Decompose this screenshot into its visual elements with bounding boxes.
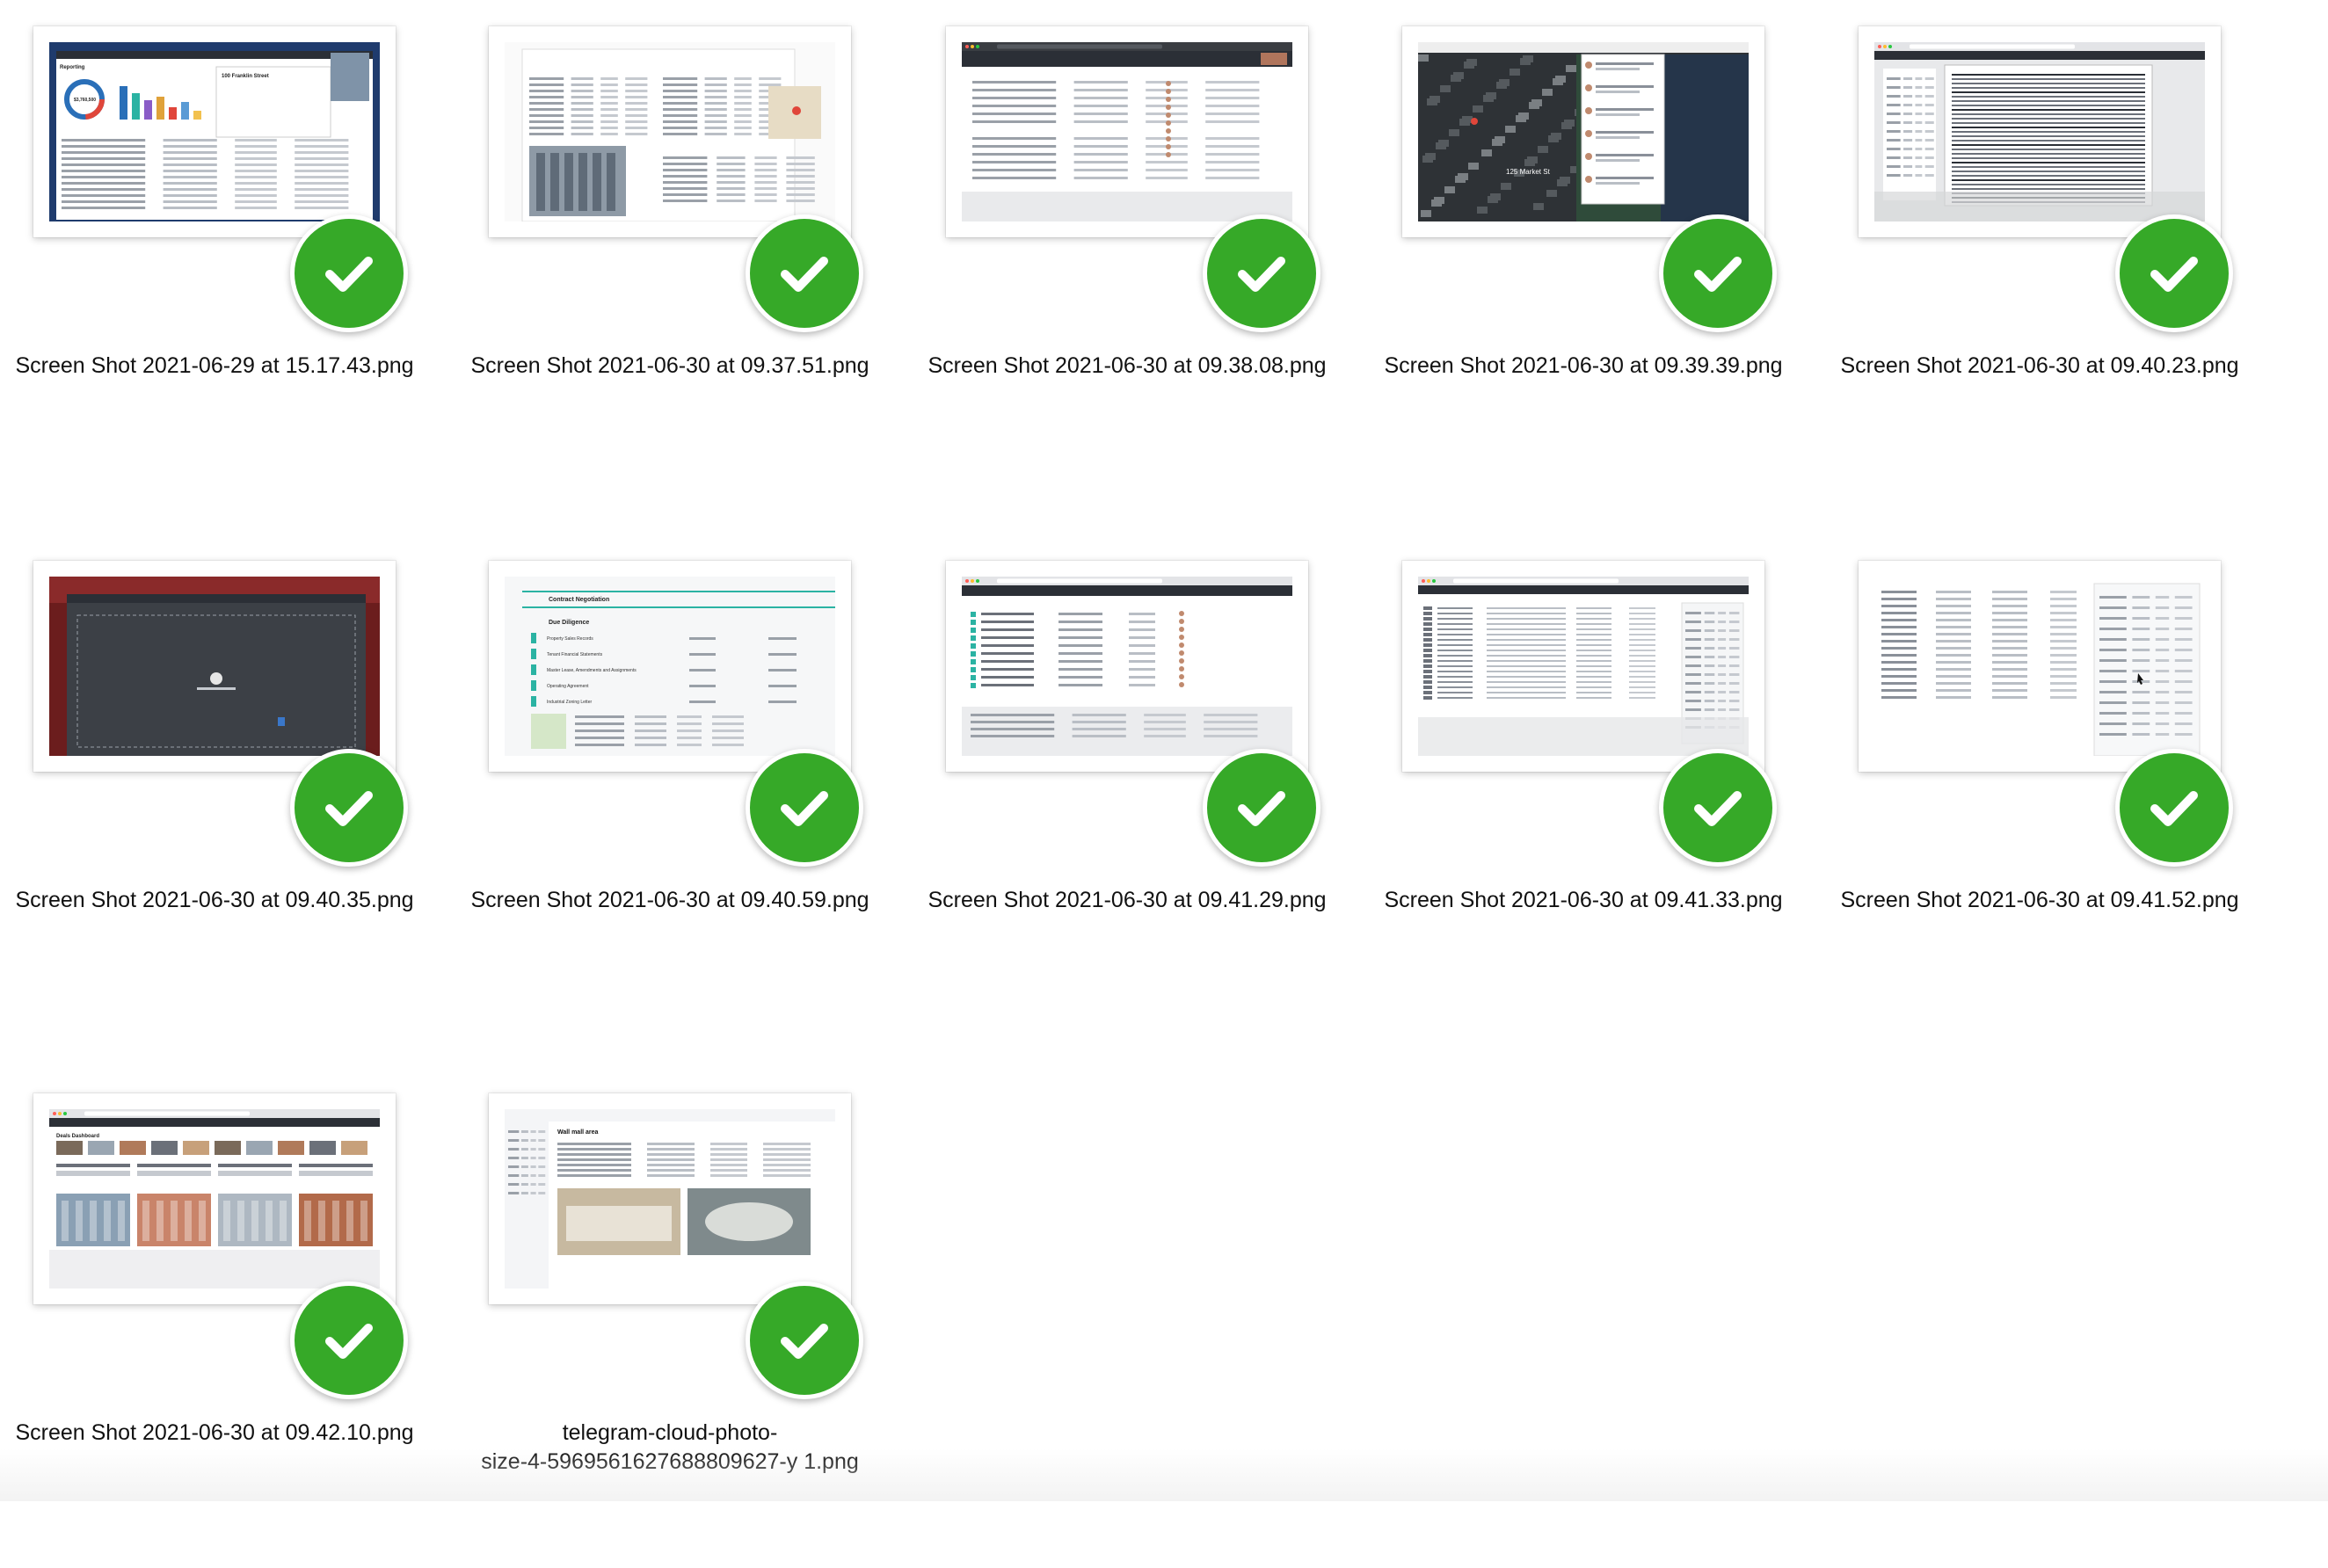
- check-icon: [1659, 749, 1777, 867]
- file-item[interactable]: Reporting $3,760,500 100 Franklin Street Sc…: [15, 26, 414, 501]
- file-item[interactable]: Screen Shot 2021-06-30 at 09.41.52.png: [1840, 561, 2239, 1035]
- thumbnail-preview: Deals Dashboard: [49, 1109, 380, 1289]
- thumbnail-image: Reporting $3,760,500 100 Franklin Street: [49, 42, 380, 221]
- thumbnail-text: Industrial Zoning Letter: [547, 700, 592, 705]
- check-icon: [1203, 749, 1320, 867]
- thumbnail-text: Master Lease, Amendments and Assignments: [547, 668, 637, 673]
- file-thumbnail[interactable]: [946, 561, 1308, 772]
- thumbnail-image: [1418, 577, 1749, 756]
- file-item[interactable]: Screen Shot 2021-06-30 at 09.41.29.png: [928, 561, 1327, 1035]
- check-icon: [290, 749, 408, 867]
- thumbnail-text: Tenant Financial Statements: [547, 652, 603, 657]
- file-thumbnail[interactable]: [1402, 561, 1764, 772]
- check-icon: [1203, 214, 1320, 332]
- file-name-label[interactable]: Screen Shot 2021-06-30 at 09.39.39.png: [1350, 352, 1817, 381]
- file-thumbnail[interactable]: Wall mall area: [489, 1093, 851, 1304]
- thumbnail-text: Contract Negotiation: [549, 597, 609, 603]
- file-thumbnail[interactable]: Reporting $3,760,500 100 Franklin Street: [33, 26, 396, 237]
- thumbnail-preview: [1874, 577, 2205, 756]
- check-icon: [746, 1281, 863, 1399]
- thumbnail-text: Due Diligence: [549, 620, 589, 626]
- thumbnail-image: Wall mall area: [505, 1109, 835, 1289]
- thumbnail-text: 125 Market St: [1506, 168, 1551, 176]
- thumbnail-preview: [962, 42, 1292, 221]
- thumbnail-image: [49, 577, 380, 756]
- file-thumbnail[interactable]: 125 Market St: [1402, 26, 1764, 237]
- file-thumbnail[interactable]: Deals Dashboard: [33, 1093, 396, 1304]
- file-thumbnail[interactable]: [489, 26, 851, 237]
- check-icon: [2115, 214, 2233, 332]
- file-thumbnail[interactable]: [1859, 561, 2221, 772]
- file-thumbnail[interactable]: [946, 26, 1308, 237]
- file-name-label[interactable]: Screen Shot 2021-06-30 at 09.40.35.png: [0, 886, 448, 915]
- file-item[interactable]: Screen Shot 2021-06-30 at 09.40.23.png: [1840, 26, 2239, 501]
- thumbnail-image: Contract Negotiation Due Diligence Propert…: [505, 577, 835, 756]
- thumbnail-preview: Contract Negotiation Due Diligence Propert…: [505, 577, 835, 756]
- thumbnail-text: $3,760,500: [74, 98, 96, 103]
- file-name-label[interactable]: Screen Shot 2021-06-30 at 09.41.29.png: [893, 886, 1361, 915]
- file-name-line: telegram-cloud-photo-: [562, 1420, 778, 1445]
- check-icon: [2115, 749, 2233, 867]
- file-name-label[interactable]: Screen Shot 2021-06-30 at 09.40.59.png: [436, 886, 904, 915]
- thumbnail-image: 125 Market St: [1418, 42, 1749, 221]
- thumbnail-image: [1874, 577, 2205, 756]
- thumbnail-text: 100 Franklin Street: [222, 74, 269, 79]
- thumbnail-preview: 125 Market St: [1418, 42, 1749, 221]
- thumbnail-image: Deals Dashboard: [49, 1109, 380, 1289]
- thumbnail-preview: [1874, 42, 2205, 221]
- file-item[interactable]: 125 Market St Screen Shot 2021-06-30 at 0…: [1384, 26, 1783, 501]
- thumbnail-text: Deals Dashboard: [56, 1134, 99, 1139]
- thumbnail-preview: Reporting $3,760,500 100 Franklin Street: [49, 42, 380, 221]
- check-icon: [290, 214, 408, 332]
- file-name-label[interactable]: Screen Shot 2021-06-30 at 09.38.08.png: [893, 352, 1361, 381]
- thumbnail-image: [962, 42, 1292, 221]
- thumbnail-text: Property Sales Records: [547, 636, 593, 642]
- thumbnail-preview: [962, 577, 1292, 756]
- file-thumbnail[interactable]: Contract Negotiation Due Diligence Propert…: [489, 561, 851, 772]
- thumbnail-preview: [1418, 577, 1749, 756]
- thumbnail-preview: [49, 577, 380, 756]
- check-icon: [290, 1281, 408, 1399]
- thumbnail-image: [962, 577, 1292, 756]
- bottom-fade: [0, 1448, 2328, 1501]
- check-icon: [1659, 214, 1777, 332]
- file-name-label[interactable]: Screen Shot 2021-06-30 at 09.37.51.png: [436, 352, 904, 381]
- file-thumbnail[interactable]: [33, 561, 396, 772]
- file-item[interactable]: Screen Shot 2021-06-30 at 09.37.51.png: [470, 26, 869, 501]
- check-icon: [746, 214, 863, 332]
- thumbnail-image: [505, 42, 835, 221]
- file-item[interactable]: Screen Shot 2021-06-30 at 09.40.35.png: [15, 561, 414, 1035]
- file-item[interactable]: Screen Shot 2021-06-30 at 09.41.33.png: [1384, 561, 1783, 1035]
- file-name-label[interactable]: Screen Shot 2021-06-29 at 15.17.43.png: [0, 352, 448, 381]
- check-icon: [746, 749, 863, 867]
- file-item[interactable]: Contract Negotiation Due Diligence Propert…: [470, 561, 869, 1035]
- file-thumbnail[interactable]: [1859, 26, 2221, 237]
- file-name-label[interactable]: Screen Shot 2021-06-30 at 09.42.10.png: [0, 1419, 448, 1448]
- file-item[interactable]: Screen Shot 2021-06-30 at 09.38.08.png: [928, 26, 1327, 501]
- thumbnail-text: Wall mall area: [557, 1129, 599, 1136]
- thumbnail-text: Operating Agreement: [547, 684, 589, 689]
- file-name-label[interactable]: Screen Shot 2021-06-30 at 09.41.33.png: [1350, 886, 1817, 915]
- thumbnail-image: [1874, 42, 2205, 221]
- thumbnail-preview: [505, 42, 835, 221]
- thumbnail-preview: Wall mall area: [505, 1109, 835, 1289]
- thumbnail-text: Reporting: [60, 65, 85, 70]
- file-name-label[interactable]: Screen Shot 2021-06-30 at 09.41.52.png: [1806, 886, 2273, 915]
- file-name-label[interactable]: Screen Shot 2021-06-30 at 09.40.23.png: [1806, 352, 2273, 381]
